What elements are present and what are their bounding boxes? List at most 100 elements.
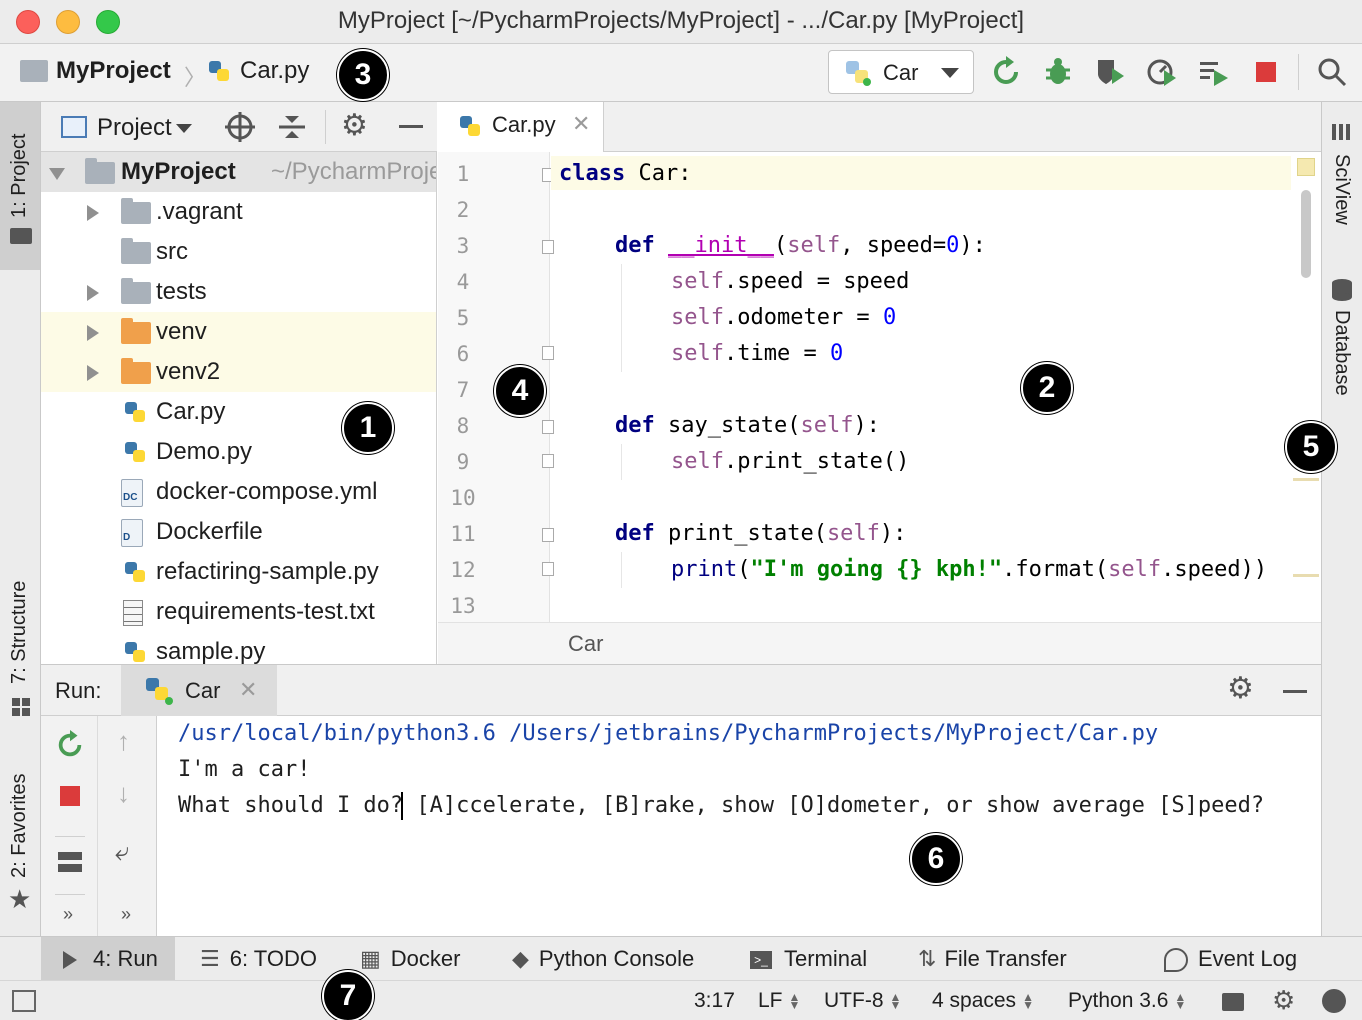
- inspection-status-icon[interactable]: [1297, 158, 1315, 176]
- project-view-selector[interactable]: Project: [97, 114, 192, 142]
- scrollbar-thumb[interactable]: [1301, 190, 1311, 278]
- error-stripe-mark[interactable]: [1293, 478, 1319, 481]
- bottom-tool-strip: 4: Run ☰ 6: TODO ▦ Docker ◆ Python Console …: [0, 936, 1362, 981]
- tree-item-vagrant[interactable]: .vagrant: [41, 192, 436, 232]
- tool-window-button-sciview[interactable]: SciView: [1322, 112, 1362, 242]
- encoding-selector[interactable]: UTF-8 ▲ ▼: [824, 981, 901, 1020]
- breadcrumb-file[interactable]: Car.py: [240, 57, 309, 85]
- stop-icon[interactable]: [1256, 62, 1276, 82]
- code-editor[interactable]: class Car: def __init__(self, speed=0): …: [551, 152, 1291, 622]
- project-panel-header: Project ⚙: [41, 102, 437, 152]
- tool-window-label-file-transfer: File Transfer: [944, 946, 1067, 971]
- line-separator-label: LF: [758, 989, 783, 1012]
- tool-window-button-python-console[interactable]: ◆ Python Console: [512, 937, 694, 981]
- tool-window-button-file-transfer[interactable]: ⇅ File Transfer: [918, 937, 1067, 981]
- stop-icon[interactable]: [60, 786, 80, 806]
- docker-icon: ▦: [360, 946, 381, 971]
- tree-item-dockerfile[interactable]: D Dockerfile: [41, 512, 436, 552]
- tool-window-button-terminal[interactable]: >_ Terminal: [750, 937, 867, 981]
- tool-window-label-event-log: Event Log: [1198, 946, 1298, 971]
- run-configuration-selector[interactable]: Car: [828, 50, 974, 94]
- more-actions-icon[interactable]: »: [63, 904, 73, 925]
- window-title: MyProject [~/PycharmProjects/MyProject] …: [337, 7, 1025, 34]
- interpreter-label: Python 3.6: [1068, 989, 1169, 1012]
- breadcrumb-project[interactable]: MyProject: [56, 57, 171, 85]
- close-tab-icon[interactable]: ✕: [239, 677, 257, 703]
- tool-window-label-docker: Docker: [390, 946, 461, 971]
- rerun-icon[interactable]: [55, 730, 85, 760]
- profile-icon[interactable]: [1146, 56, 1178, 88]
- toggle-tool-windows-icon[interactable]: [12, 990, 36, 1012]
- tool-window-label-todo: 6: TODO: [229, 946, 317, 971]
- tree-item-venv[interactable]: venv: [41, 312, 436, 352]
- run-with-coverage-icon[interactable]: [1094, 56, 1126, 88]
- editor-breadcrumb[interactable]: Car: [568, 631, 603, 657]
- gear-icon[interactable]: ⚙: [1227, 671, 1254, 706]
- tool-window-button-event-log[interactable]: Event Log: [1164, 937, 1297, 981]
- python-file-icon: [209, 61, 229, 81]
- settings-icon[interactable]: ⚙: [1272, 985, 1295, 1016]
- tool-window-button-favorites[interactable]: ★ 2: Favorites: [0, 752, 40, 922]
- inspector-avatar-icon[interactable]: [1322, 989, 1346, 1013]
- tool-window-button-structure[interactable]: 7: Structure: [0, 560, 40, 730]
- restore-layout-icon[interactable]: [58, 852, 82, 872]
- tool-window-button-database[interactable]: Database: [1322, 272, 1362, 422]
- arrow-up-icon[interactable]: ↑: [117, 726, 130, 757]
- python-file-icon: [125, 402, 145, 422]
- run-tab-car[interactable]: Car ✕: [121, 665, 277, 716]
- editor-tab-car-py[interactable]: Car.py ✕: [438, 102, 604, 152]
- code-line-4: self.speed = speed: [671, 269, 910, 294]
- tool-window-button-todo[interactable]: ☰ 6: TODO: [200, 937, 317, 981]
- run-icon: [63, 951, 77, 970]
- caret-position[interactable]: 3:17: [694, 981, 735, 1020]
- arrow-down-icon[interactable]: ↓: [117, 778, 130, 809]
- indent-selector[interactable]: 4 spaces ▲ ▼: [932, 981, 1034, 1020]
- sciview-icon: [1332, 124, 1352, 140]
- editor-scrollbar[interactable]: [1291, 152, 1321, 622]
- locate-file-icon[interactable]: [225, 112, 255, 142]
- callout-4: 4: [494, 365, 546, 417]
- interpreter-selector[interactable]: Python 3.6 ▲ ▼: [1068, 981, 1186, 1020]
- folder-icon: [20, 60, 48, 82]
- hide-panel-icon[interactable]: [1283, 690, 1307, 693]
- tree-item-sample-py[interactable]: sample.py: [41, 632, 436, 664]
- gear-icon[interactable]: ⚙: [341, 108, 368, 143]
- debug-bug-icon[interactable]: [1042, 56, 1074, 88]
- rerun-icon[interactable]: [990, 56, 1022, 88]
- line-number: 10: [450, 486, 476, 510]
- tree-item-tests[interactable]: tests: [41, 272, 436, 312]
- tree-item-venv2[interactable]: venv2: [41, 352, 436, 392]
- console-line: What should I do? [A]ccelerate, [B]rake,…: [178, 793, 1265, 818]
- text-file-icon: [123, 600, 143, 626]
- run-console[interactable]: /usr/local/bin/python3.6 /Users/jetbrain…: [158, 716, 1321, 936]
- code-line-3: def __init__(self, speed=0):: [615, 233, 986, 258]
- run-concurrency-icon[interactable]: [1198, 56, 1230, 88]
- tree-root-myproject[interactable]: MyProject ~/PycharmProjects/MyProject: [41, 152, 436, 192]
- run-panel-header: Run: Car ✕ ⚙: [41, 664, 1321, 716]
- python-icon: [846, 61, 871, 86]
- line-separator-selector[interactable]: LF ▲ ▼: [758, 981, 800, 1020]
- tool-window-button-docker[interactable]: ▦ Docker: [360, 937, 460, 981]
- tool-window-button-project[interactable]: 1: Project: [0, 102, 40, 270]
- search-icon[interactable]: [1316, 56, 1348, 88]
- tree-item-docker-compose[interactable]: DC docker-compose.yml: [41, 472, 436, 512]
- code-line-9: self.print_state(): [671, 449, 910, 474]
- hide-panel-icon[interactable]: [399, 125, 423, 128]
- tree-item-label: venv2: [156, 358, 221, 385]
- error-stripe-mark[interactable]: [1293, 574, 1319, 577]
- tree-item-src[interactable]: src: [41, 232, 436, 272]
- lock-icon[interactable]: [1222, 993, 1244, 1011]
- tool-window-label-terminal: Terminal: [784, 946, 868, 971]
- tree-item-refactiring-sample[interactable]: refactiring-sample.py: [41, 552, 436, 592]
- line-number: 11: [450, 522, 476, 546]
- soft-wrap-icon[interactable]: ⤶: [115, 836, 130, 868]
- collapse-all-icon[interactable]: [277, 112, 307, 142]
- console-line: /usr/local/bin/python3.6 /Users/jetbrain…: [178, 721, 1159, 746]
- left-tool-stripe: 1: Project 7: Structure ★ 2: Favorites: [0, 102, 41, 936]
- tree-item-requirements-test[interactable]: requirements-test.txt: [41, 592, 436, 632]
- tool-window-label-python-console: Python Console: [538, 946, 695, 971]
- more-actions-icon[interactable]: »: [121, 904, 131, 925]
- tool-window-button-run[interactable]: 4: Run: [41, 937, 175, 981]
- chevron-down-icon: [175, 124, 192, 134]
- close-tab-icon[interactable]: ✕: [572, 111, 590, 137]
